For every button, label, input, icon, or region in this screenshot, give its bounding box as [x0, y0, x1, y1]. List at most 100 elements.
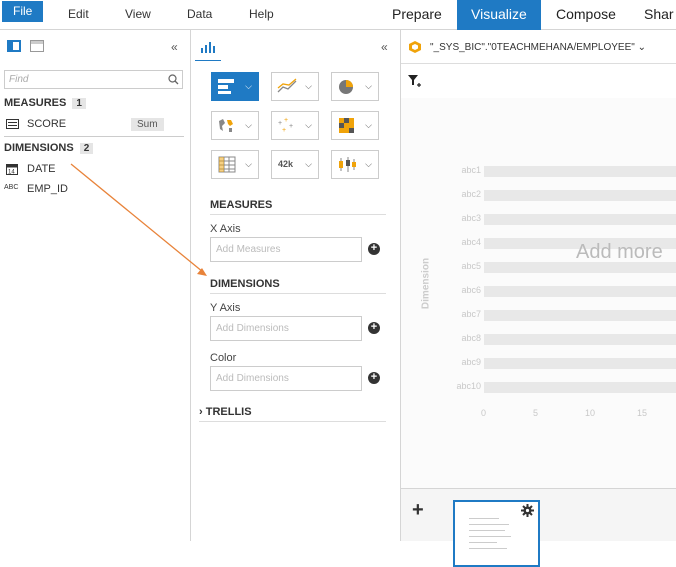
list-view-icon[interactable] [7, 40, 21, 52]
menu-edit[interactable]: Edit [68, 0, 89, 30]
divider [4, 136, 184, 137]
y-axis-label: Y Axis [210, 302, 241, 314]
add-color-dimension-icon[interactable]: + [368, 372, 380, 384]
placeholder-bar [484, 382, 676, 393]
table-icon [218, 156, 236, 173]
data-panel: « Find MEASURES 1 SCORE Sum DIMENSIONS 2 1… [0, 30, 191, 541]
svg-text:14: 14 [8, 170, 15, 176]
chevron-down-icon: ⌵ [365, 159, 372, 169]
chart-canvas[interactable]: Dimension abc1 abc2 abc3 abc4 abc5 abc6 abc7 ab… [401, 98, 676, 488]
menu-bar: File Edit View Data Help Prepare Visuali… [0, 0, 676, 30]
scatter-chart-button[interactable]: + + + + ⌵ [271, 111, 319, 140]
heatmap-icon [339, 118, 354, 133]
add-more-placeholder: Add more [576, 241, 663, 263]
category-label: abc2 [461, 189, 481, 199]
color-drop-zone[interactable]: Add Dimensions [210, 366, 362, 391]
aggregation-badge[interactable]: Sum [131, 118, 164, 131]
x-tick-label: 10 [585, 408, 596, 418]
category-label: abc8 [461, 333, 481, 343]
field-date[interactable]: 14 DATE [4, 162, 182, 178]
pie-chart-button[interactable]: ⌵ [331, 72, 379, 101]
y-axis-drop-zone[interactable]: Add Dimensions [210, 316, 362, 341]
chevron-down-icon: ⌵ [245, 81, 252, 91]
tab-visualize[interactable]: Visualize [457, 0, 541, 30]
tab-underline [195, 60, 221, 61]
x-tick-label: 0 [481, 408, 487, 418]
category-label: abc9 [461, 357, 481, 367]
measures-count: 1 [72, 98, 86, 109]
menu-help[interactable]: Help [249, 0, 274, 30]
chevron-down-icon: ⌵ [245, 159, 252, 169]
pie-chart-icon [339, 80, 353, 94]
category-label: abc4 [461, 237, 481, 247]
search-icon[interactable] [168, 74, 179, 85]
category-label: abc5 [461, 261, 481, 271]
dataset-name: "_SYS_BIC"."0TEACHMEHANA/EMPLOYEE" [430, 42, 635, 53]
field-date-label: DATE [27, 163, 56, 175]
chevron-down-icon: ⌵ [305, 81, 312, 91]
x-tick-label: 5 [533, 408, 539, 418]
page-strip: + [401, 488, 676, 567]
scatter-chart-icon: + + + + [278, 117, 293, 134]
placeholder-bar [484, 190, 676, 201]
divider [210, 293, 386, 294]
field-score[interactable]: SCORE Sum [4, 117, 182, 133]
category-label: abc7 [461, 309, 481, 319]
line-chart-button[interactable]: ⌵ [271, 72, 319, 101]
menu-view[interactable]: View [125, 0, 151, 30]
placeholder-bar [484, 310, 676, 321]
field-emp-id[interactable]: ABC EMP_ID [4, 182, 182, 198]
measures-title-text: MEASURES [4, 97, 67, 109]
menu-file[interactable]: File [2, 1, 44, 22]
numeric-point-button[interactable]: 42k ⌵ [271, 150, 319, 179]
tab-compose[interactable]: Compose [556, 0, 616, 30]
search-placeholder: Find [9, 74, 29, 85]
collapse-middle-icon[interactable]: « [381, 40, 388, 54]
placeholder-bar [484, 334, 676, 345]
box-plot-button[interactable]: ⌵ [331, 150, 379, 179]
menu-data[interactable]: Data [187, 0, 212, 30]
builder-dimensions-heading: DIMENSIONS [210, 278, 280, 290]
x-axis-label: X Axis [210, 223, 241, 235]
chevron-down-icon: ⌵ [365, 81, 372, 91]
x-axis-drop-zone[interactable]: Add Measures [210, 237, 362, 262]
dimensions-count: 2 [79, 143, 94, 154]
map-icon [219, 119, 233, 132]
add-page-icon[interactable]: + [412, 499, 424, 522]
field-score-label: SCORE [27, 118, 67, 130]
visualization-panel: "_SYS_BIC"."0TEACHMEHANA/EMPLOYEE" ⌄ Dim… [401, 30, 676, 567]
grid-view-icon[interactable] [30, 40, 44, 52]
trellis-toggle[interactable]: › TRELLIS [199, 406, 252, 418]
geo-map-button[interactable]: ⌵ [211, 111, 259, 140]
svg-text:+: + [282, 127, 286, 134]
chevron-down-icon: ⌵ [305, 120, 312, 130]
chart-builder-icon[interactable] [201, 42, 215, 53]
heatmap-button[interactable]: ⌵ [331, 111, 379, 140]
builder-measures-heading: MEASURES [210, 199, 273, 211]
bar-chart-button[interactable]: ⌵ [211, 72, 259, 101]
collapse-left-icon[interactable]: « [171, 40, 178, 54]
placeholder-bar [484, 214, 676, 225]
category-label: abc10 [456, 381, 481, 391]
category-label: abc6 [461, 285, 481, 295]
table-chart-button[interactable]: ⌵ [211, 150, 259, 179]
placeholder-bar [484, 358, 676, 369]
numeric-point-icon: 42k [278, 159, 294, 169]
box-plot-icon [339, 157, 356, 172]
dimensions-title-text: DIMENSIONS [4, 142, 74, 154]
dataset-selector[interactable]: "_SYS_BIC"."0TEACHMEHANA/EMPLOYEE" ⌄ [430, 42, 676, 53]
bar-chart-icon [218, 79, 234, 94]
field-emp-id-label: EMP_ID [27, 183, 68, 195]
tab-prepare[interactable]: Prepare [392, 0, 442, 30]
add-measure-icon[interactable]: + [368, 243, 380, 255]
trellis-label: TRELLIS [205, 406, 252, 418]
placeholder-bar [484, 166, 676, 177]
visualization-thumbnail[interactable] [453, 500, 540, 567]
color-label: Color [210, 352, 237, 364]
x-tick-label: 15 [637, 408, 648, 418]
gear-icon[interactable] [521, 504, 534, 517]
tab-share[interactable]: Shar [644, 0, 674, 30]
add-y-dimension-icon[interactable]: + [368, 322, 380, 334]
filter-icon[interactable] [408, 75, 422, 88]
search-field[interactable]: Find [4, 70, 183, 89]
